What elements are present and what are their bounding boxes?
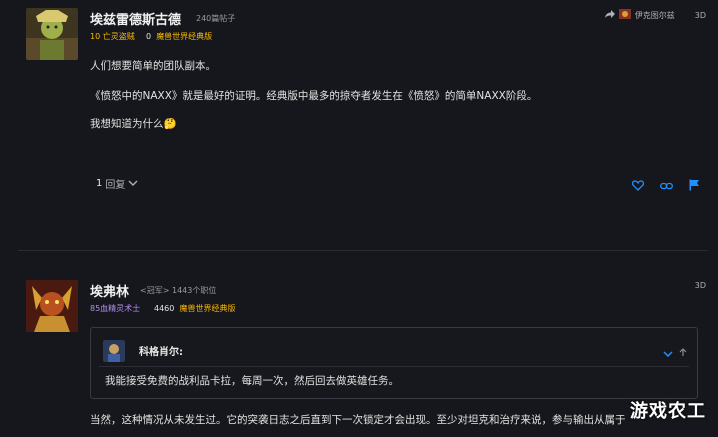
post-time: 3D [694, 10, 706, 20]
forum-post: 埃兹雷德斯古德 240篇帖子 10 亡灵盗贼 0 魔兽世界经典版 伊克图尔兹 3… [0, 0, 718, 250]
chevron-down-icon [128, 178, 138, 189]
post-actions [631, 176, 700, 195]
reply-label: 回复 [105, 180, 126, 191]
post-header-right: 3D [695, 281, 706, 290]
forum-post: 埃弗林 <冠军> 1443个职位 85血精灵术士 4460 魔兽世界经典版 3D… [0, 268, 718, 437]
character-level: 10 [90, 32, 101, 41]
watermark: 游戏农工 [630, 401, 706, 422]
post-line: 人们想要简单的团队副本。 [90, 60, 216, 72]
realm-name: 魔兽世界经典版 [179, 304, 236, 313]
post-divider [18, 250, 708, 251]
server-link[interactable]: 伊克图尔兹 [604, 9, 675, 21]
post-line: 《愤怒中的NAXX》就是最好的证明。经典版中最多的掠夺者发生在《愤怒》的简单NA… [90, 90, 538, 102]
title-badge: <冠军> [140, 286, 170, 295]
heart-icon[interactable] [631, 176, 645, 195]
achievement-points: 4460 [154, 304, 175, 313]
author-name[interactable]: 埃弗林 [90, 281, 129, 300]
post-count: 240篇帖子 [196, 14, 236, 23]
character-class: 85血精灵术士 [90, 304, 141, 313]
realm-info: 0 魔兽世界经典版 [146, 31, 212, 42]
achievement-points: 0 [146, 32, 152, 41]
character-info: 10 亡灵盗贼 [90, 31, 135, 42]
character-class: 亡灵盗贼 [102, 32, 135, 41]
flag-icon[interactable] [689, 176, 700, 195]
avatar[interactable] [26, 8, 78, 60]
post-count: 1443个职位 [172, 286, 217, 295]
quote-controls [663, 342, 687, 361]
post-header-right: 伊克图尔兹 3D [604, 9, 706, 21]
reply-count: 1 [96, 178, 103, 189]
post-line: 我想知道为什么🤔 [90, 118, 177, 130]
avatar[interactable] [26, 280, 78, 332]
post-time: 3D [694, 281, 706, 290]
share-arrow-icon [604, 10, 615, 20]
realm-name: 魔兽世界经典版 [156, 32, 213, 41]
link-icon[interactable] [660, 176, 673, 195]
server-name: 伊克图尔兹 [634, 10, 675, 20]
quote-text: 我能接受免费的战利品卡拉，每周一次，然后回去做英雄任务。 [105, 375, 399, 387]
post-line: 当然，这种情况从未发生过。它的突袭日志之后直到下一次锁定才会出现。至少对坦克和治… [90, 414, 626, 426]
arrow-up-icon[interactable] [679, 342, 687, 361]
quote-author[interactable]: 科格肖尔: [139, 343, 183, 358]
reply-toggle[interactable]: 1 回复 [96, 176, 138, 191]
realm-info: 4460 魔兽世界经典版 [154, 303, 235, 314]
server-icon [618, 9, 631, 21]
quote-avatar[interactable] [103, 340, 125, 362]
quote-divider [99, 366, 689, 367]
quote-block: 科格肖尔: 我能接受免费的战利品卡拉，每周一次，然后回去做英雄任务。 [90, 327, 698, 399]
chevron-down-icon[interactable] [663, 342, 673, 361]
author-name[interactable]: 埃兹雷德斯古德 [90, 9, 181, 28]
